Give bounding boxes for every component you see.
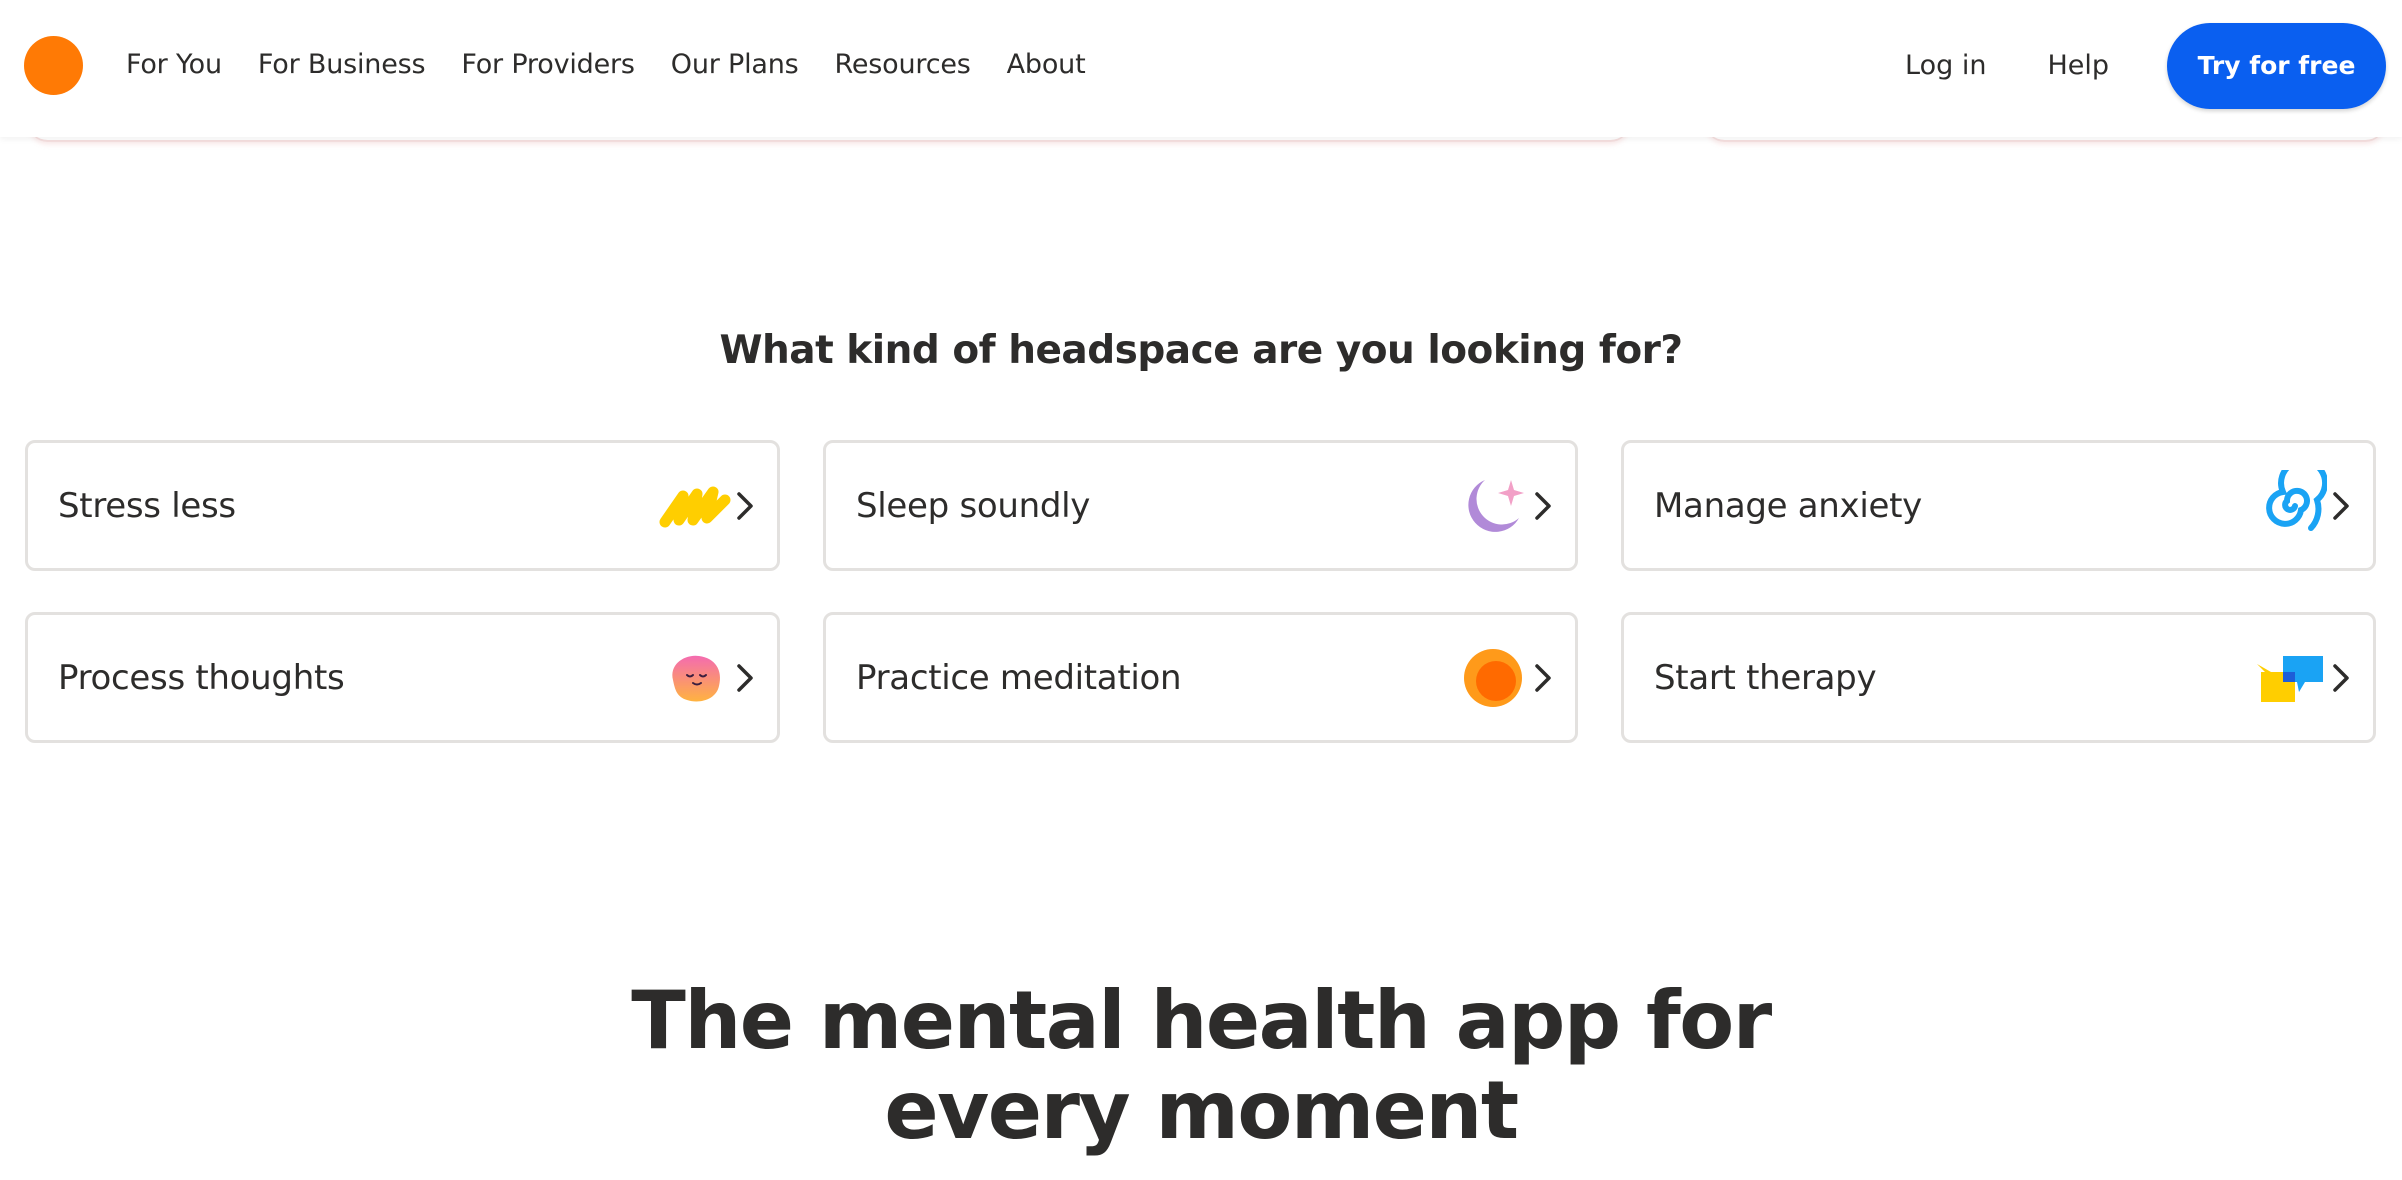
nav-for-you[interactable]: For You xyxy=(126,43,222,87)
try-for-free-button[interactable]: Try for free xyxy=(2167,23,2386,109)
site-header: For You For Business For Providers Our P… xyxy=(0,0,2402,137)
chevron-right-icon xyxy=(2329,490,2353,522)
nav-our-plans[interactable]: Our Plans xyxy=(671,43,799,87)
card-label: Process thoughts xyxy=(58,657,345,698)
card-start-therapy[interactable]: Start therapy xyxy=(1621,612,2376,743)
yellow-squiggle-icon xyxy=(659,470,731,542)
card-process-thoughts[interactable]: Process thoughts xyxy=(25,612,780,743)
primary-nav: For You For Business For Providers Our P… xyxy=(126,43,1121,87)
card-stress-less[interactable]: Stress less xyxy=(25,440,780,571)
section-heading: What kind of headspace are you looking f… xyxy=(719,328,1683,373)
hero-title-line-2: every moment xyxy=(884,1064,1519,1157)
login-link[interactable]: Log in xyxy=(1905,22,1986,110)
nav-resources[interactable]: Resources xyxy=(835,43,971,87)
speech-bubbles-icon xyxy=(2255,642,2327,714)
hero-title: The mental health app for every moment xyxy=(0,976,2402,1156)
utility-nav: Log in Help Try for free xyxy=(1905,22,2386,110)
orange-dot-icon xyxy=(1457,642,1529,714)
card-label: Manage anxiety xyxy=(1654,485,1922,526)
card-practice-meditation[interactable]: Practice meditation xyxy=(823,612,1578,743)
chevron-right-icon xyxy=(1531,662,1555,694)
chevron-right-icon xyxy=(1531,490,1555,522)
chevron-right-icon xyxy=(733,662,757,694)
card-manage-anxiety[interactable]: Manage anxiety xyxy=(1621,440,2376,571)
card-label: Start therapy xyxy=(1654,657,1877,698)
chevron-right-icon xyxy=(2329,662,2353,694)
card-label: Practice meditation xyxy=(856,657,1182,698)
headspace-logo[interactable] xyxy=(24,36,83,95)
chevron-right-icon xyxy=(733,490,757,522)
blue-spiral-icon xyxy=(2255,469,2327,542)
card-label: Stress less xyxy=(58,485,236,526)
help-link[interactable]: Help xyxy=(2047,22,2109,110)
nav-for-providers[interactable]: For Providers xyxy=(461,43,635,87)
nav-about[interactable]: About xyxy=(1007,43,1086,87)
hero-title-line-1: The mental health app for xyxy=(631,974,1772,1067)
smiling-blob-icon xyxy=(659,642,731,714)
nav-for-business[interactable]: For Business xyxy=(258,43,426,87)
moon-star-icon xyxy=(1457,470,1529,542)
card-sleep-soundly[interactable]: Sleep soundly xyxy=(823,440,1578,571)
card-label: Sleep soundly xyxy=(856,485,1091,526)
